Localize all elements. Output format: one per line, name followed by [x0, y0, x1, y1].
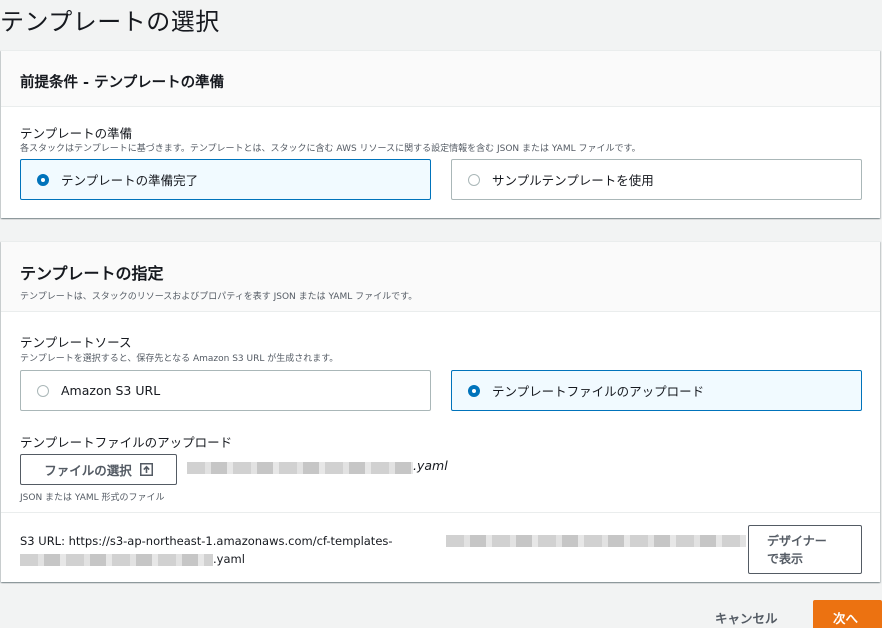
radio-unselected-icon[interactable] [468, 173, 480, 186]
radio-selected-icon[interactable] [37, 173, 49, 186]
option-template-ready[interactable]: テンプレートの準備完了 [20, 159, 431, 200]
s3-url-extension: .yaml [213, 552, 245, 566]
specify-template-panel-header: テンプレートの指定 テンプレートは、スタックのリソースおよびプロパティを表す J… [1, 242, 880, 312]
cancel-button[interactable]: キャンセル [715, 608, 778, 627]
prepare-template-description: 各スタックはテンプレートに基づきます。テンプレートとは、スタックに含む AWS … [20, 144, 641, 154]
s3-url-label: S3 URL: [20, 534, 65, 548]
option-amazon-s3-url-label: Amazon S3 URL [61, 383, 161, 398]
file-format-hint: JSON または YAML 形式のファイル [20, 493, 165, 503]
specify-template-panel: テンプレートの指定 テンプレートは、スタックのリソースおよびプロパティを表す J… [1, 241, 880, 582]
prerequisite-heading: 前提条件 - テンプレートの準備 [20, 75, 225, 91]
option-upload-template-file[interactable]: テンプレートファイルのアップロード [451, 370, 862, 411]
designer-button-line2: で表示 [767, 552, 804, 566]
specify-template-description: テンプレートは、スタックのリソースおよびプロパティを表す JSON または YA… [20, 292, 418, 302]
specify-template-heading: テンプレートの指定 [20, 264, 164, 283]
radio-selected-icon[interactable] [468, 384, 480, 397]
view-in-designer-button[interactable]: デザイナー で表示 [748, 525, 862, 574]
page-title: テンプレートの選択 [0, 8, 220, 36]
redacted-url-part [446, 535, 746, 547]
prerequisite-panel-header: 前提条件 - テンプレートの準備 [1, 51, 880, 107]
option-upload-template-file-label: テンプレートファイルのアップロード [492, 384, 705, 399]
option-use-sample-template[interactable]: サンプルテンプレートを使用 [451, 159, 862, 200]
s3-url-row: S3 URL: https://s3-ap-northeast-1.amazon… [1, 512, 880, 583]
choose-file-button[interactable]: ファイルの選択 [20, 454, 177, 485]
prerequisite-panel: 前提条件 - テンプレートの準備 テンプレートの準備 各スタックはテンプレートに… [1, 50, 880, 218]
file-name-extension: .yaml [413, 458, 448, 473]
choose-file-button-label: ファイルの選択 [44, 463, 132, 478]
option-template-ready-label: テンプレートの準備完了 [61, 173, 199, 188]
radio-unselected-icon[interactable] [37, 384, 49, 397]
redacted-file-name [187, 462, 413, 474]
next-button[interactable]: 次へ [813, 600, 882, 628]
upload-icon [139, 463, 153, 476]
prepare-template-label: テンプレートの準備 [20, 126, 133, 141]
s3-url-text: S3 URL: https://s3-ap-northeast-1.amazon… [20, 534, 393, 548]
option-use-sample-template-label: サンプルテンプレートを使用 [492, 173, 654, 188]
s3-url-value: https://s3-ap-northeast-1.amazonaws.com/… [68, 534, 393, 548]
redacted-url-part-2 [20, 554, 213, 566]
upload-template-file-label: テンプレートファイルのアップロード [20, 435, 233, 450]
template-source-label: テンプレートソース [20, 335, 132, 350]
option-amazon-s3-url[interactable]: Amazon S3 URL [20, 370, 431, 411]
designer-button-line1: デザイナー [767, 534, 827, 548]
template-source-description: テンプレートを選択すると、保存先となる Amazon S3 URL が生成されま… [20, 354, 339, 364]
